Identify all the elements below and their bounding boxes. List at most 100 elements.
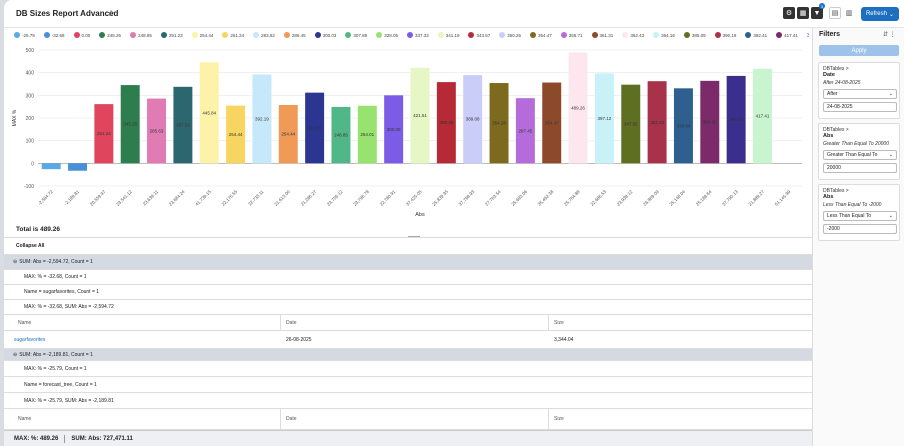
legend-item[interactable]: 248.85	[130, 32, 152, 38]
x-tick-label: 21,613.00	[273, 189, 291, 207]
legend-item[interactable]: 350.26	[499, 32, 521, 38]
filter-operator-select[interactable]: After ⌄	[823, 89, 897, 99]
x-tick-label: 27,763.54	[484, 189, 502, 207]
legend-swatch	[283, 32, 290, 38]
column-header-name[interactable]: Name	[18, 315, 31, 330]
table-row[interactable]: sugarfavorites 26-08-2025 3,344.04	[4, 331, 812, 349]
y-tick-label: 100	[26, 139, 35, 145]
legend-item[interactable]: -32.68	[43, 32, 65, 38]
column-header-size[interactable]: Size	[554, 315, 564, 330]
column-header-date[interactable]: Date	[286, 315, 297, 330]
legend-item[interactable]: 0.00	[73, 32, 90, 38]
panel-icon[interactable]: ▥	[843, 7, 855, 19]
filter-description: Greater Than Equal To 20000	[823, 141, 889, 147]
table-icon[interactable]: ▦	[797, 7, 809, 19]
collapse-all-button[interactable]: Collapse All	[16, 243, 44, 249]
x-tick-label: 23,639.11	[142, 189, 160, 207]
data-label: 254.44	[281, 132, 295, 137]
star-icon[interactable]: ☆	[107, 8, 115, 19]
legend-item[interactable]: 364.16	[653, 32, 675, 38]
sub-group-row[interactable]: Name = forecast_tree, Count = 1	[4, 377, 812, 393]
data-label: 358.35	[439, 120, 453, 125]
filter-value-input[interactable]: -2000	[823, 224, 897, 234]
layout-icon[interactable]: ▤	[829, 7, 841, 19]
legend-item[interactable]: 337.33	[406, 32, 429, 38]
legend-swatch	[683, 32, 690, 38]
x-tick-label: 22,686.53	[589, 189, 607, 207]
table-header: Name Date Size	[4, 315, 812, 331]
apply-button[interactable]: Apply	[819, 45, 899, 56]
legend-item[interactable]: 286.45	[283, 32, 306, 38]
legend-swatch	[160, 32, 167, 38]
legend-item[interactable]: 390.19	[714, 32, 736, 38]
column-header-date[interactable]: Date	[286, 409, 297, 429]
legend-item[interactable]: 361.31	[591, 32, 613, 38]
max-summary: MAX: %: 489.26	[14, 435, 59, 442]
x-tick-label: 23,684.24	[168, 189, 186, 207]
refresh-button[interactable]: Refresh ⌄	[861, 7, 899, 21]
legend-item[interactable]: 254.44	[191, 32, 213, 38]
x-tick-label: 51,145.99	[774, 189, 792, 207]
x-tick-label: 22,780.91	[379, 189, 397, 207]
expand-icon[interactable]: ⊖	[13, 259, 17, 265]
filter-value-input[interactable]: 24-08-2025	[823, 102, 897, 112]
legend-more-button[interactable]: 3 More ⌄	[807, 33, 809, 39]
legend-item[interactable]: 417.41	[776, 32, 798, 38]
legend-item[interactable]: 392.41	[745, 32, 767, 38]
y-tick-label: -100	[24, 184, 34, 190]
expand-icon[interactable]: ⊖	[13, 352, 17, 358]
group-row[interactable]: ⊖ SUM: Abs = -2,594.72, Count = 1	[4, 255, 812, 270]
legend-item[interactable]: 355.71	[560, 32, 583, 38]
summary-row: MAX: % = -25.79, SUM: Abs = -2,189.81	[4, 393, 812, 409]
legend-item[interactable]: 341.19	[437, 32, 459, 38]
column-header-size[interactable]: Size	[554, 409, 564, 429]
filter-operator-select[interactable]: Less Than Equal To ⌄	[823, 211, 897, 221]
summary-row: MAX: % = -32.68, SUM: Abs = -2,594.72	[4, 300, 812, 315]
data-label: 287.45	[518, 128, 532, 133]
legend-item[interactable]: 328.05	[376, 32, 398, 38]
x-tick-label: 22,175.55	[221, 189, 239, 207]
x-tick-label: 23,938.12	[616, 189, 634, 207]
legend-swatch	[191, 32, 198, 38]
sub-group-row[interactable]: MAX: % = -25.79, Count = 1	[4, 361, 812, 377]
x-tick-label: 37,790.13	[721, 189, 739, 207]
bar	[41, 163, 61, 170]
data-label: 389.08	[466, 117, 480, 122]
sub-group-row[interactable]: MAX: % = -32.68, Count = 1	[4, 270, 812, 285]
legend-swatch	[376, 32, 383, 38]
legend-item[interactable]: 283.52	[253, 32, 275, 38]
group-row[interactable]: ⊖ SUM: Abs = -2,189.81, Count = 1	[4, 349, 812, 361]
filter-count-badge: 3	[819, 3, 825, 9]
date-cell: 26-08-2025	[286, 336, 312, 343]
chevron-down-icon: ⌄	[888, 213, 893, 219]
filter-value-input[interactable]: 20000	[823, 163, 897, 173]
settings-icon[interactable]: ⚙	[783, 7, 795, 19]
legend-item[interactable]: 343.57	[468, 32, 490, 38]
legend-item[interactable]: 251.23	[160, 32, 183, 38]
data-label: 261.24	[97, 131, 111, 136]
legend-item[interactable]: 245.25	[99, 32, 121, 38]
legend-item[interactable]: 307.89	[345, 32, 367, 38]
legend-item[interactable]: 362.43	[622, 32, 644, 38]
top-bar: DB Sizes Report Advanced ☆ ⚙ ▦ ▼ 3 ▤ ▥ R…	[4, 0, 904, 28]
filter-options-icon[interactable]: ⇵ ⋮	[883, 31, 896, 38]
legend-item[interactable]: 385.09	[683, 32, 706, 38]
legend-swatch	[345, 32, 352, 38]
data-label: 362.43	[650, 120, 664, 125]
legend-item[interactable]: 261.24	[222, 32, 244, 38]
legend-swatch	[745, 32, 752, 38]
name-link[interactable]: sugarfavorites	[14, 331, 45, 348]
legend-swatch	[591, 32, 598, 38]
column-header-name[interactable]: Name	[18, 409, 31, 429]
legend-item[interactable]: 354.47	[530, 32, 552, 38]
filter-operator-select[interactable]: Greater Than Equal To ⌄	[823, 150, 897, 160]
group-label: SUM: Abs = -2,594.72, Count = 1	[19, 259, 93, 265]
chevron-down-icon: ⌄	[888, 11, 895, 18]
data-label: 330.94	[677, 123, 691, 128]
legend-item[interactable]: 300.03	[314, 32, 336, 38]
y-tick-label: 0	[31, 161, 34, 167]
x-tick-label: 26,869.09	[642, 189, 660, 207]
x-tick-label: -2,189.81	[63, 189, 80, 206]
legend-item[interactable]: -25.79	[14, 32, 35, 38]
sub-group-row[interactable]: Name = sugarfavorites, Count = 1	[4, 285, 812, 300]
